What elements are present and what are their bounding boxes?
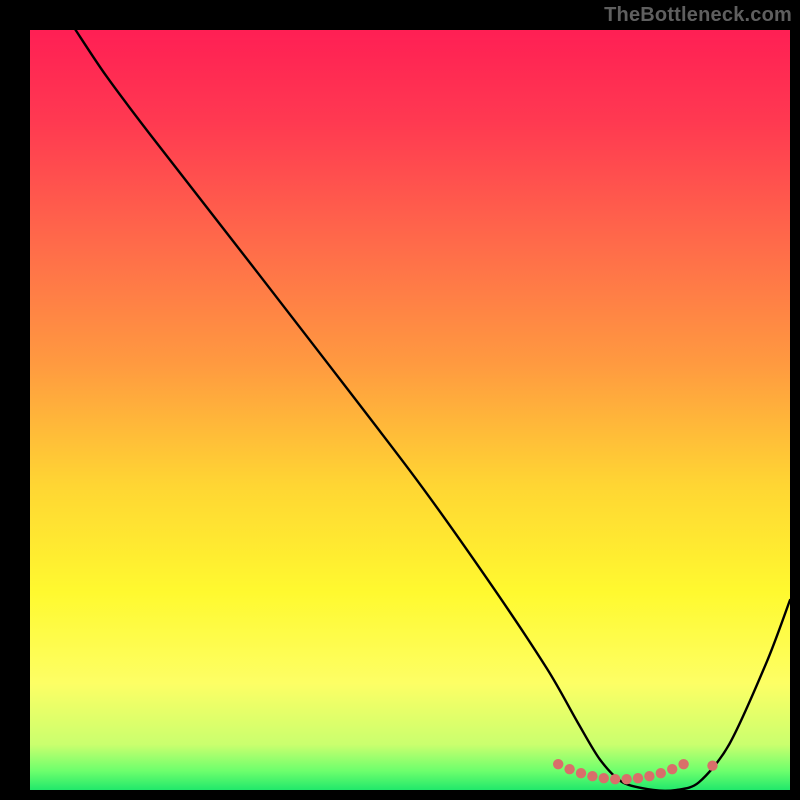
highlight-dot [564,764,574,774]
highlight-dot [678,759,688,769]
highlight-dot [644,771,654,781]
highlight-dot [599,773,609,783]
watermark-text: TheBottleneck.com [604,4,792,27]
highlight-dot [576,768,586,778]
highlight-dot [667,764,677,774]
highlight-dot [633,773,643,783]
highlight-dot [621,774,631,784]
highlight-dot [553,759,563,769]
highlight-dot [656,768,666,778]
plot-svg [0,0,800,800]
bottleneck-chart: TheBottleneck.com [0,0,800,800]
highlight-dot [707,760,717,770]
highlight-dot [610,774,620,784]
highlight-dot [587,771,597,781]
plot-background [30,30,790,790]
